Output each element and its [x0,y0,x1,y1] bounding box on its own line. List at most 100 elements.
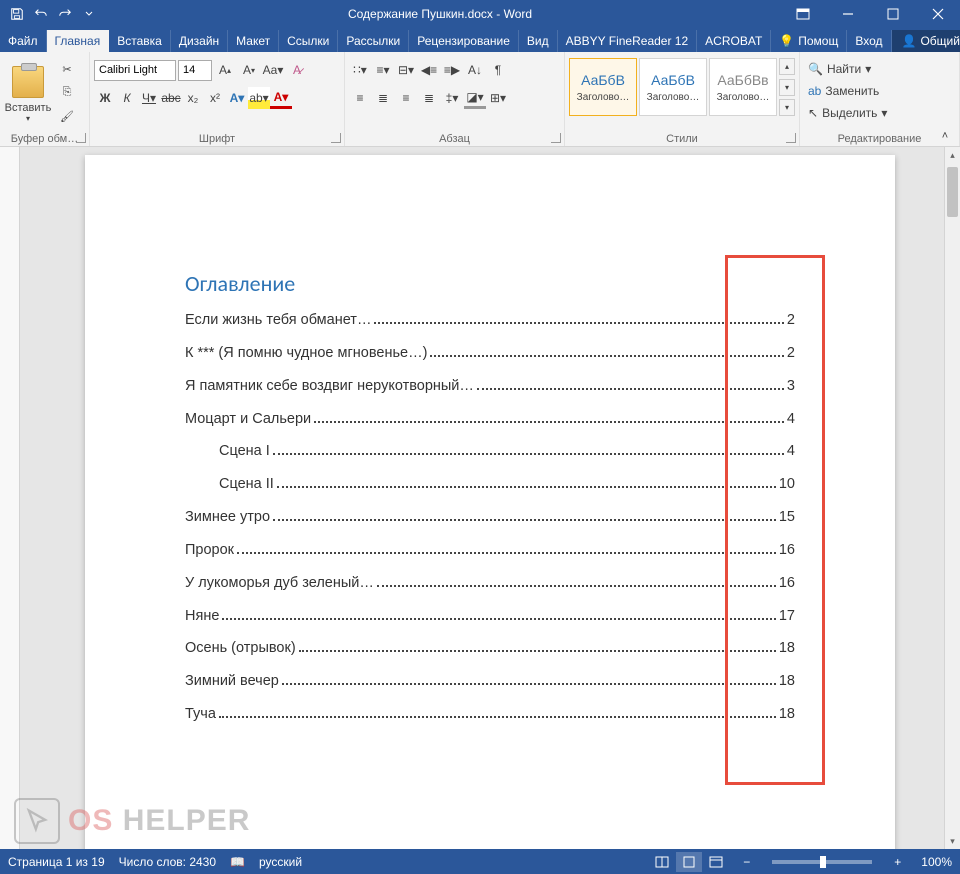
format-painter-icon[interactable]: 🖌 [56,106,78,126]
tab-references[interactable]: Ссылки [279,30,338,52]
status-language[interactable]: русский [259,855,302,869]
bold-button[interactable]: Ж [94,87,116,109]
tab-file[interactable]: Файл [0,30,47,52]
close-icon[interactable] [915,0,960,28]
toc-entry[interactable]: Туча18 [185,705,795,724]
undo-icon[interactable] [30,2,52,26]
ribbon-options-icon[interactable] [780,0,825,28]
web-layout-icon[interactable] [703,852,729,872]
tab-layout[interactable]: Макет [228,30,279,52]
tab-design[interactable]: Дизайн [171,30,228,52]
toc-entry[interactable]: Осень (отрывок)18 [185,639,795,658]
toc-entry[interactable]: Пророк16 [185,541,795,560]
tab-insert[interactable]: Вставка [109,30,171,52]
align-center-icon[interactable]: ≣ [372,87,394,109]
subscript-button[interactable]: x₂ [182,87,204,109]
sort-icon[interactable]: A↓ [464,59,486,81]
spellcheck-icon[interactable]: 📖 [230,855,245,869]
document-viewport[interactable]: Оглавление Если жизнь тебя обманет…2К **… [20,147,960,849]
collapse-ribbon-icon[interactable]: ˄ [937,128,953,144]
toc-entry[interactable]: Моцарт и Сальери4 [185,410,795,429]
line-spacing-icon[interactable]: ‡▾ [441,87,463,109]
indent-icon[interactable]: ≡▶ [441,59,463,81]
redo-icon[interactable] [54,2,76,26]
highlight-icon[interactable]: ab▾ [248,87,270,109]
styles-scroll[interactable]: ▴ ▾ ▾ [779,58,795,116]
tab-acrobat[interactable]: ACROBAT [697,30,771,52]
status-page[interactable]: Страница 1 из 19 [8,855,105,869]
maximize-icon[interactable] [870,0,915,28]
toc-entry[interactable]: Я памятник себе воздвиг нерукотворный…3 [185,377,795,396]
print-layout-icon[interactable] [676,852,702,872]
shading-icon[interactable]: ◪▾ [464,87,486,109]
styles-launcher[interactable] [786,133,796,143]
tab-signin[interactable]: Вход [847,30,891,52]
multilevel-icon[interactable]: ⊟▾ [395,59,417,81]
find-button[interactable]: 🔍Найти ▾ [804,58,875,80]
minimize-icon[interactable] [825,0,870,28]
shrink-font-icon[interactable]: A▾ [238,59,260,81]
tab-view[interactable]: Вид [519,30,558,52]
select-button[interactable]: ↖Выделить ▾ [804,102,891,124]
copy-icon[interactable]: ⎘ [56,83,78,103]
vertical-scrollbar[interactable]: ▴ ▾ [944,147,960,849]
superscript-button[interactable]: x² [204,87,226,109]
align-right-icon[interactable]: ≡ [395,87,417,109]
font-color-icon[interactable]: A▾ [270,87,292,109]
replace-button[interactable]: abЗаменить [804,80,883,102]
toc-entry[interactable]: Если жизнь тебя обманет…2 [185,311,795,330]
cut-icon[interactable]: ✂ [56,60,78,80]
scroll-thumb[interactable] [947,167,958,217]
font-launcher[interactable] [331,133,341,143]
zoom-level[interactable]: 100% [921,855,952,869]
qat-more-icon[interactable] [78,2,100,26]
tab-share[interactable]: 👤Общий доступ [892,30,960,52]
tab-mailings[interactable]: Рассылки [338,30,409,52]
tab-home[interactable]: Главная [47,30,110,52]
text-effects-icon[interactable]: A▾ [226,87,248,109]
clipboard-launcher[interactable] [76,133,86,143]
change-case-icon[interactable]: Aa▾ [262,59,284,81]
grow-font-icon[interactable]: A▴ [214,59,236,81]
justify-icon[interactable]: ≣ [418,87,440,109]
align-left-icon[interactable]: ≡ [349,87,371,109]
save-icon[interactable] [6,2,28,26]
paste-button[interactable]: Вставить ▾ [4,58,52,130]
tab-review[interactable]: Рецензирование [409,30,519,52]
bullets-icon[interactable]: ∷▾ [349,59,371,81]
outdent-icon[interactable]: ◀≡ [418,59,440,81]
toc-entry[interactable]: Сцена II10 [185,475,795,494]
zoom-slider[interactable] [772,860,872,864]
style-heading3[interactable]: АаБбВв Заголово… [709,58,777,116]
toc-entry[interactable]: Няне17 [185,607,795,626]
font-name-input[interactable] [94,60,176,81]
paragraph-launcher[interactable] [551,133,561,143]
strike-button[interactable]: abc [160,87,182,109]
scroll-down-icon[interactable]: ▾ [945,833,960,849]
numbering-icon[interactable]: ≡▾ [372,59,394,81]
zoom-in-icon[interactable]: + [894,855,901,869]
style-heading1[interactable]: АаБбВ Заголово… [569,58,637,116]
read-mode-icon[interactable] [649,852,675,872]
toc-entry[interactable]: Сцена I4 [185,442,795,461]
scroll-up-icon[interactable]: ▴ [945,147,960,163]
toc-entry[interactable]: У лукоморья дуб зеленый…16 [185,574,795,593]
styles-down-icon[interactable]: ▾ [779,79,795,96]
borders-icon[interactable]: ⊞▾ [487,87,509,109]
toc-entry[interactable]: Зимний вечер18 [185,672,795,691]
zoom-out-icon[interactable]: − [743,855,750,869]
font-size-input[interactable] [178,60,212,81]
show-marks-icon[interactable]: ¶ [487,59,509,81]
vertical-ruler[interactable] [0,147,20,849]
status-words[interactable]: Число слов: 2430 [119,855,216,869]
tab-abbyy[interactable]: ABBYY FineReader 12 [558,30,698,52]
style-heading2[interactable]: АаБбВ Заголово… [639,58,707,116]
styles-up-icon[interactable]: ▴ [779,58,795,75]
underline-button[interactable]: Ч▾ [138,87,160,109]
toc-entry[interactable]: Зимнее утро15 [185,508,795,527]
toc-entry[interactable]: К *** (Я помню чудное мгновенье…)2 [185,344,795,363]
tab-tell-me[interactable]: 💡Помощ [771,30,847,52]
italic-button[interactable]: К [116,87,138,109]
styles-more-icon[interactable]: ▾ [779,99,795,116]
clear-format-icon[interactable]: A̷ [286,59,308,81]
